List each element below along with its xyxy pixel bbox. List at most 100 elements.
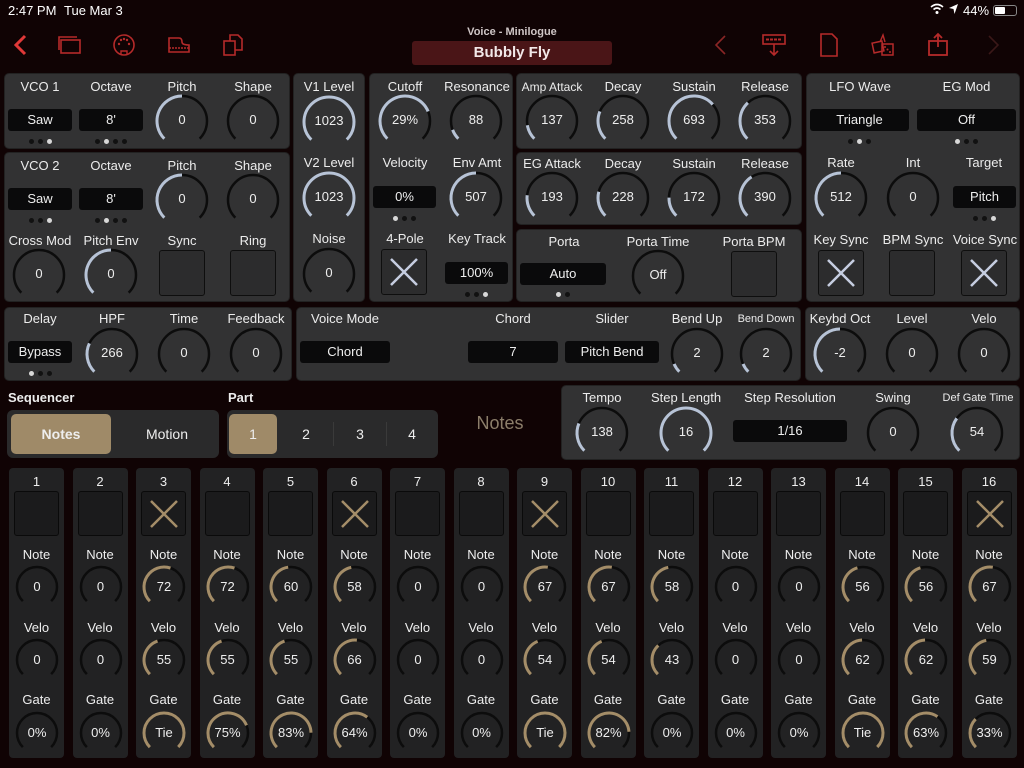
step-toggle[interactable] <box>14 491 59 536</box>
vco1-wave-select[interactable]: Saw <box>8 109 72 131</box>
previous-icon[interactable] <box>708 32 734 58</box>
velocity-select[interactable]: 0% <box>373 186 436 208</box>
def-gate-time-knob[interactable]: 54 <box>949 405 1005 461</box>
eg-attack-knob[interactable]: 193 <box>524 170 580 226</box>
slider-select[interactable]: Pitch Bend <box>565 341 659 363</box>
step-toggle[interactable] <box>839 491 885 536</box>
step-toggle[interactable] <box>776 491 821 536</box>
bend-down-knob[interactable]: 2 <box>738 326 794 382</box>
step-velo-knob[interactable]: 62 <box>903 637 949 683</box>
vco2-pitch-knob[interactable]: 0 <box>154 172 210 228</box>
step-velo-knob[interactable]: 55 <box>141 637 187 683</box>
keybd-oct-knob[interactable]: -2 <box>812 326 868 382</box>
bend-up-knob[interactable]: 2 <box>669 326 725 382</box>
voice-sync-checkbox[interactable] <box>961 250 1007 296</box>
delay-time-knob[interactable]: 0 <box>156 326 212 382</box>
part-2-button[interactable]: 2 <box>281 414 331 454</box>
step-toggle[interactable] <box>77 491 123 536</box>
step-gate-knob[interactable]: 0% <box>78 710 124 756</box>
step-note-knob[interactable]: 60 <box>268 564 314 610</box>
step-toggle[interactable] <box>395 491 440 536</box>
step-note-knob[interactable]: 56 <box>840 564 886 610</box>
part-4-button[interactable]: 4 <box>387 414 437 454</box>
step-gate-knob[interactable]: 63% <box>903 710 949 756</box>
step-toggle[interactable] <box>649 491 694 536</box>
step-note-knob[interactable]: 0 <box>776 564 822 610</box>
step-velo-knob[interactable]: 54 <box>586 637 632 683</box>
step-gate-knob[interactable]: 0% <box>14 710 60 756</box>
mode-motion-button[interactable]: Motion <box>117 414 217 454</box>
eg-release-knob[interactable]: 390 <box>737 170 793 226</box>
step-note-knob[interactable]: 58 <box>649 564 695 610</box>
step-note-knob[interactable]: 56 <box>903 564 949 610</box>
step-gate-knob[interactable]: Tie <box>840 710 886 756</box>
share-icon[interactable] <box>925 32 951 58</box>
new-document-icon[interactable] <box>816 32 842 58</box>
step-toggle[interactable] <box>712 491 758 536</box>
step-velo-knob[interactable]: 0 <box>713 637 759 683</box>
vco2-octave-select[interactable]: 8' <box>79 188 143 210</box>
step-note-knob[interactable]: 0 <box>713 564 759 610</box>
step-toggle[interactable] <box>331 491 377 536</box>
delay-mode-select[interactable]: Bypass <box>8 341 72 363</box>
lfo-target-select[interactable]: Pitch <box>953 186 1016 208</box>
next-icon[interactable] <box>980 32 1006 58</box>
step-velo-knob[interactable]: 62 <box>840 637 886 683</box>
step-note-knob[interactable]: 0 <box>78 564 124 610</box>
step-velo-knob[interactable]: 0 <box>78 637 124 683</box>
vco2-shape-knob[interactable]: 0 <box>225 172 281 228</box>
lfo-rate-knob[interactable]: 512 <box>813 170 869 226</box>
eg-mod-select[interactable]: Off <box>917 109 1016 131</box>
swing-knob[interactable]: 0 <box>865 405 921 461</box>
cutoff-knob[interactable]: 29% <box>377 93 433 149</box>
step-note-knob[interactable]: 0 <box>395 564 441 610</box>
eg-sustain-knob[interactable]: 172 <box>666 170 722 226</box>
amp-sustain-knob[interactable]: 693 <box>666 93 722 149</box>
midi-icon[interactable] <box>111 32 137 58</box>
step-velo-knob[interactable]: 66 <box>332 637 378 683</box>
resonance-knob[interactable]: 88 <box>448 93 504 149</box>
step-velo-knob[interactable]: 55 <box>205 637 251 683</box>
porta-select[interactable]: Auto <box>520 263 606 285</box>
step-resolution-select[interactable]: 1/16 <box>733 420 847 442</box>
step-length-knob[interactable]: 16 <box>658 405 714 461</box>
step-toggle[interactable] <box>522 491 567 536</box>
part-3-button[interactable]: 3 <box>334 414 386 454</box>
bpm-sync-checkbox[interactable] <box>889 250 935 296</box>
step-note-knob[interactable]: 58 <box>332 564 378 610</box>
copy-docs-icon[interactable] <box>220 32 246 58</box>
step-note-knob[interactable]: 72 <box>141 564 187 610</box>
step-velo-knob[interactable]: 0 <box>459 637 505 683</box>
step-gate-knob[interactable]: 75% <box>205 710 251 756</box>
lfo-int-knob[interactable]: 0 <box>885 170 941 226</box>
dice-random-icon[interactable] <box>870 32 896 58</box>
step-toggle[interactable] <box>204 491 250 536</box>
step-gate-knob[interactable]: 83% <box>268 710 314 756</box>
amp-decay-knob[interactable]: 258 <box>595 93 651 149</box>
vco2-wave-select[interactable]: Saw <box>8 188 72 210</box>
step-velo-knob[interactable]: 55 <box>268 637 314 683</box>
amp-attack-knob[interactable]: 137 <box>524 93 580 149</box>
download-preset-icon[interactable] <box>761 32 787 58</box>
piano-icon[interactable] <box>166 32 192 58</box>
porta-bpm-checkbox[interactable] <box>731 251 777 297</box>
v2-level-knob[interactable]: 1023 <box>301 170 357 226</box>
step-toggle[interactable] <box>966 491 1012 536</box>
step-toggle[interactable] <box>585 491 631 536</box>
step-gate-knob[interactable]: Tie <box>141 710 187 756</box>
vco1-shape-knob[interactable]: 0 <box>225 93 281 149</box>
key-sync-checkbox[interactable] <box>818 250 864 296</box>
step-gate-knob[interactable]: 0% <box>395 710 441 756</box>
back-icon[interactable] <box>8 32 34 58</box>
step-gate-knob[interactable]: 64% <box>332 710 378 756</box>
four-pole-checkbox[interactable] <box>381 249 427 295</box>
step-velo-knob[interactable]: 43 <box>649 637 695 683</box>
feedback-knob[interactable]: 0 <box>228 326 284 382</box>
sync-checkbox[interactable] <box>159 250 205 296</box>
key-track-select[interactable]: 100% <box>445 262 508 284</box>
pitch-env-knob[interactable]: 0 <box>83 247 139 303</box>
vco1-pitch-knob[interactable]: 0 <box>154 93 210 149</box>
cross-mod-knob[interactable]: 0 <box>11 247 67 303</box>
vco1-octave-select[interactable]: 8' <box>79 109 143 131</box>
step-note-knob[interactable]: 67 <box>586 564 632 610</box>
